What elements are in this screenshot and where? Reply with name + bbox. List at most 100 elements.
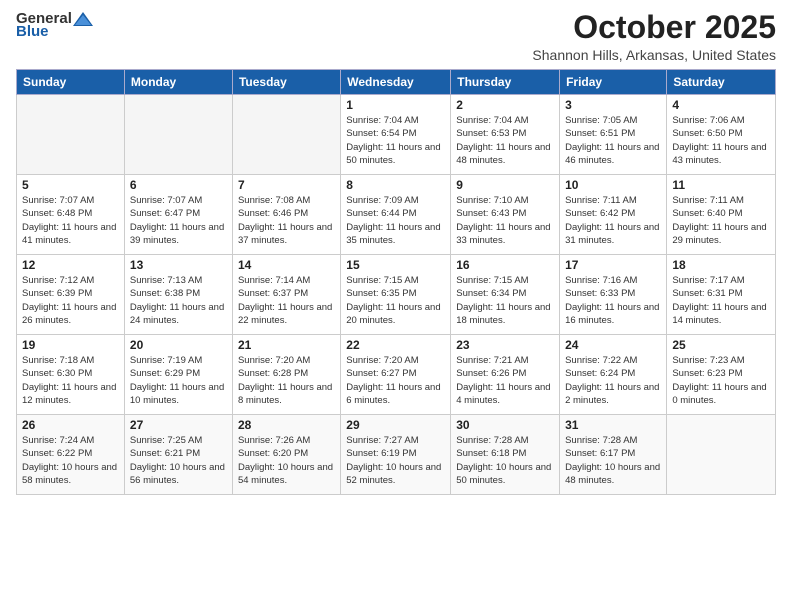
calendar-week-row: 5 Sunrise: 7:07 AM Sunset: 6:48 PM Daylig… (17, 175, 776, 255)
day-number: 29 (346, 418, 445, 432)
day-info: Sunrise: 7:08 AM Sunset: 6:46 PM Dayligh… (238, 194, 335, 247)
calendar-cell: 29 Sunrise: 7:27 AM Sunset: 6:19 PM Dayli… (341, 415, 451, 495)
day-number: 27 (130, 418, 227, 432)
header-saturday: Saturday (667, 70, 776, 95)
weekday-header-row: Sunday Monday Tuesday Wednesday Thursday… (17, 70, 776, 95)
calendar-week-row: 12 Sunrise: 7:12 AM Sunset: 6:39 PM Dayli… (17, 255, 776, 335)
calendar-cell: 18Sunrise: 7:17 AM Sunset: 6:31 PM Dayli… (667, 255, 776, 335)
header-wednesday: Wednesday (341, 70, 451, 95)
header-friday: Friday (560, 70, 667, 95)
calendar-cell: 20 Sunrise: 7:19 AM Sunset: 6:29 PM Dayli… (124, 335, 232, 415)
day-number: 22 (346, 338, 445, 352)
calendar-cell: 17 Sunrise: 7:16 AM Sunset: 6:33 PM Dayli… (560, 255, 667, 335)
day-info: Sunrise: 7:25 AM Sunset: 6:21 PM Dayligh… (130, 434, 227, 487)
calendar-cell: 23 Sunrise: 7:21 AM Sunset: 6:26 PM Dayli… (451, 335, 560, 415)
calendar-cell: 16 Sunrise: 7:15 AM Sunset: 6:34 PM Dayli… (451, 255, 560, 335)
calendar-cell: 28 Sunrise: 7:26 AM Sunset: 6:20 PM Dayli… (232, 415, 340, 495)
calendar-cell: 21Sunrise: 7:20 AM Sunset: 6:28 PM Dayli… (232, 335, 340, 415)
calendar-week-row: 19Sunrise: 7:18 AM Sunset: 6:30 PM Dayli… (17, 335, 776, 415)
calendar-cell: 15Sunrise: 7:15 AM Sunset: 6:35 PM Dayli… (341, 255, 451, 335)
day-number: 12 (22, 258, 119, 272)
day-number: 6 (130, 178, 227, 192)
day-info: Sunrise: 7:04 AM Sunset: 6:53 PM Dayligh… (456, 114, 554, 167)
day-info: Sunrise: 7:21 AM Sunset: 6:26 PM Dayligh… (456, 354, 554, 407)
calendar-week-row: 26 Sunrise: 7:24 AM Sunset: 6:22 PM Dayli… (17, 415, 776, 495)
header-monday: Monday (124, 70, 232, 95)
calendar-cell: 12 Sunrise: 7:12 AM Sunset: 6:39 PM Dayli… (17, 255, 125, 335)
day-info: Sunrise: 7:16 AM Sunset: 6:33 PM Dayligh… (565, 274, 661, 327)
day-number: 23 (456, 338, 554, 352)
calendar-cell: 25 Sunrise: 7:23 AM Sunset: 6:23 PM Dayli… (667, 335, 776, 415)
day-number: 20 (130, 338, 227, 352)
day-info: Sunrise: 7:26 AM Sunset: 6:20 PM Dayligh… (238, 434, 335, 487)
page: General Blue October 2025 Shannon Hills,… (0, 0, 792, 505)
day-info: Sunrise: 7:28 AM Sunset: 6:17 PM Dayligh… (565, 434, 661, 487)
day-info: Sunrise: 7:23 AM Sunset: 6:23 PM Dayligh… (672, 354, 770, 407)
day-number: 1 (346, 98, 445, 112)
title-area: October 2025 Shannon Hills, Arkansas, Un… (532, 10, 776, 63)
day-info: Sunrise: 7:17 AM Sunset: 6:31 PM Dayligh… (672, 274, 770, 327)
calendar-cell: 10Sunrise: 7:11 AM Sunset: 6:42 PM Dayli… (560, 175, 667, 255)
day-number: 31 (565, 418, 661, 432)
calendar-cell (667, 415, 776, 495)
calendar-week-row: 1 Sunrise: 7:04 AM Sunset: 6:54 PM Daylig… (17, 95, 776, 175)
calendar-cell: 26 Sunrise: 7:24 AM Sunset: 6:22 PM Dayli… (17, 415, 125, 495)
day-info: Sunrise: 7:20 AM Sunset: 6:27 PM Dayligh… (346, 354, 445, 407)
calendar-cell: 14Sunrise: 7:14 AM Sunset: 6:37 PM Dayli… (232, 255, 340, 335)
day-number: 5 (22, 178, 119, 192)
day-info: Sunrise: 7:13 AM Sunset: 6:38 PM Dayligh… (130, 274, 227, 327)
day-info: Sunrise: 7:07 AM Sunset: 6:48 PM Dayligh… (22, 194, 119, 247)
calendar-cell: 30 Sunrise: 7:28 AM Sunset: 6:18 PM Dayli… (451, 415, 560, 495)
calendar-table: Sunday Monday Tuesday Wednesday Thursday… (16, 69, 776, 495)
calendar-cell (17, 95, 125, 175)
day-info: Sunrise: 7:12 AM Sunset: 6:39 PM Dayligh… (22, 274, 119, 327)
day-number: 10 (565, 178, 661, 192)
calendar-cell: 13 Sunrise: 7:13 AM Sunset: 6:38 PM Dayli… (124, 255, 232, 335)
day-number: 28 (238, 418, 335, 432)
calendar-cell: 19Sunrise: 7:18 AM Sunset: 6:30 PM Dayli… (17, 335, 125, 415)
calendar-cell (232, 95, 340, 175)
day-number: 26 (22, 418, 119, 432)
day-number: 7 (238, 178, 335, 192)
logo-blue-text: Blue (16, 23, 49, 40)
day-number: 19 (22, 338, 119, 352)
header-thursday: Thursday (451, 70, 560, 95)
calendar-cell: 9Sunrise: 7:10 AM Sunset: 6:43 PM Daylig… (451, 175, 560, 255)
day-number: 17 (565, 258, 661, 272)
day-number: 13 (130, 258, 227, 272)
logo: General Blue (16, 10, 94, 40)
day-info: Sunrise: 7:11 AM Sunset: 6:40 PM Dayligh… (672, 194, 770, 247)
location-title: Shannon Hills, Arkansas, United States (532, 47, 776, 63)
day-info: Sunrise: 7:14 AM Sunset: 6:37 PM Dayligh… (238, 274, 335, 327)
day-info: Sunrise: 7:28 AM Sunset: 6:18 PM Dayligh… (456, 434, 554, 487)
calendar-cell: 6Sunrise: 7:07 AM Sunset: 6:47 PM Daylig… (124, 175, 232, 255)
day-info: Sunrise: 7:04 AM Sunset: 6:54 PM Dayligh… (346, 114, 445, 167)
day-number: 2 (456, 98, 554, 112)
day-number: 3 (565, 98, 661, 112)
day-number: 4 (672, 98, 770, 112)
day-info: Sunrise: 7:15 AM Sunset: 6:35 PM Dayligh… (346, 274, 445, 327)
calendar-cell: 2 Sunrise: 7:04 AM Sunset: 6:53 PM Daylig… (451, 95, 560, 175)
calendar-cell: 22 Sunrise: 7:20 AM Sunset: 6:27 PM Dayli… (341, 335, 451, 415)
calendar-cell: 27 Sunrise: 7:25 AM Sunset: 6:21 PM Dayli… (124, 415, 232, 495)
calendar-cell: 24 Sunrise: 7:22 AM Sunset: 6:24 PM Dayli… (560, 335, 667, 415)
day-info: Sunrise: 7:06 AM Sunset: 6:50 PM Dayligh… (672, 114, 770, 167)
header: General Blue October 2025 Shannon Hills,… (16, 10, 776, 63)
day-info: Sunrise: 7:24 AM Sunset: 6:22 PM Dayligh… (22, 434, 119, 487)
day-number: 30 (456, 418, 554, 432)
calendar-cell: 8Sunrise: 7:09 AM Sunset: 6:44 PM Daylig… (341, 175, 451, 255)
day-info: Sunrise: 7:05 AM Sunset: 6:51 PM Dayligh… (565, 114, 661, 167)
day-info: Sunrise: 7:20 AM Sunset: 6:28 PM Dayligh… (238, 354, 335, 407)
month-title: October 2025 (532, 10, 776, 45)
day-info: Sunrise: 7:22 AM Sunset: 6:24 PM Dayligh… (565, 354, 661, 407)
day-info: Sunrise: 7:27 AM Sunset: 6:19 PM Dayligh… (346, 434, 445, 487)
header-tuesday: Tuesday (232, 70, 340, 95)
calendar-cell: 5 Sunrise: 7:07 AM Sunset: 6:48 PM Daylig… (17, 175, 125, 255)
day-info: Sunrise: 7:15 AM Sunset: 6:34 PM Dayligh… (456, 274, 554, 327)
day-info: Sunrise: 7:19 AM Sunset: 6:29 PM Dayligh… (130, 354, 227, 407)
day-number: 24 (565, 338, 661, 352)
day-number: 25 (672, 338, 770, 352)
day-number: 11 (672, 178, 770, 192)
day-number: 16 (456, 258, 554, 272)
day-number: 9 (456, 178, 554, 192)
